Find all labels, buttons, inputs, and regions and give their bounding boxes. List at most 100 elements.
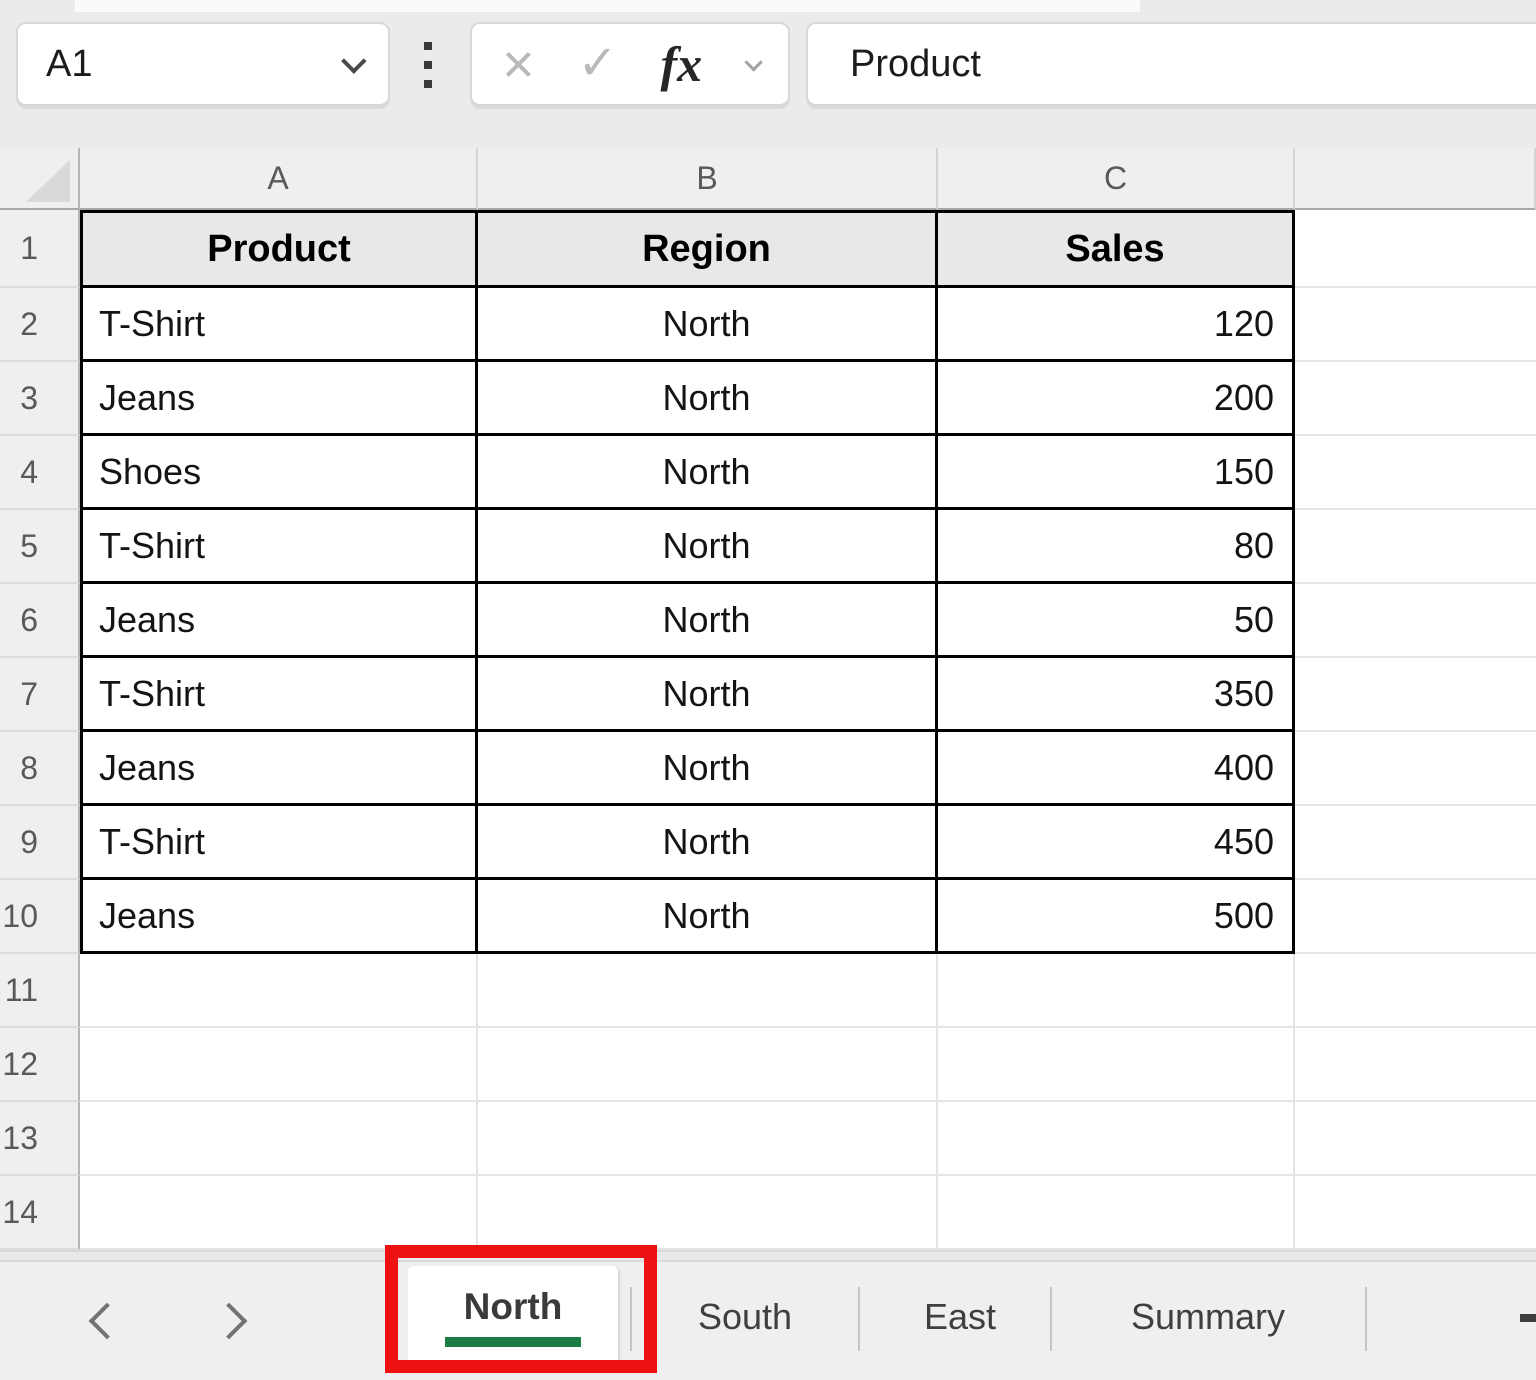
cell[interactable]	[80, 954, 478, 1028]
cell[interactable]	[1295, 510, 1536, 584]
table-row: 14	[0, 1176, 1536, 1250]
sheet-tab-north[interactable]: North	[408, 1266, 618, 1366]
cell[interactable]: T-Shirt	[80, 806, 478, 880]
row-header[interactable]: 1	[0, 210, 80, 288]
enter-icon[interactable]: ✓	[578, 40, 618, 88]
cell[interactable]: 450	[938, 806, 1295, 880]
cell[interactable]	[1295, 732, 1536, 806]
cell[interactable]	[1295, 806, 1536, 880]
row-header[interactable]: 14	[0, 1176, 80, 1250]
row-header[interactable]: 12	[0, 1028, 80, 1102]
select-all-corner[interactable]	[0, 148, 80, 210]
sheet-tab-label: North	[464, 1286, 563, 1328]
cell[interactable]	[938, 1102, 1295, 1176]
cell[interactable]: Jeans	[80, 362, 478, 436]
row-header[interactable]: 9	[0, 806, 80, 880]
formula-bar[interactable]: Product	[806, 22, 1536, 106]
cell[interactable]: North	[478, 880, 938, 954]
cell[interactable]	[478, 1028, 938, 1102]
cell[interactable]	[478, 954, 938, 1028]
column-header[interactable]: C	[938, 148, 1295, 210]
row-header[interactable]: 4	[0, 436, 80, 510]
sheet-tab-east[interactable]: East	[890, 1262, 1030, 1372]
cell[interactable]	[80, 1028, 478, 1102]
row-header[interactable]: 11	[0, 954, 80, 1028]
row-header[interactable]: 2	[0, 288, 80, 362]
row-header[interactable]: 7	[0, 658, 80, 732]
row-header[interactable]: 10	[0, 880, 80, 954]
chevron-down-icon[interactable]	[744, 53, 762, 71]
table-row: 11	[0, 954, 1536, 1028]
cell[interactable]	[1295, 584, 1536, 658]
formula-toolbar: A1 × ✓ fx Product	[0, 0, 1536, 148]
formula-controls: × ✓ fx	[470, 22, 790, 106]
cell[interactable]: 200	[938, 362, 1295, 436]
cell[interactable]	[478, 1176, 938, 1250]
cell[interactable]: Region	[478, 210, 938, 288]
cell[interactable]	[938, 1176, 1295, 1250]
cell[interactable]	[1295, 1102, 1536, 1176]
cell[interactable]	[1295, 658, 1536, 732]
cell[interactable]	[80, 1102, 478, 1176]
cell[interactable]	[478, 1102, 938, 1176]
cell[interactable]: North	[478, 806, 938, 880]
add-sheet-icon[interactable]	[1520, 1314, 1536, 1322]
tab-divider	[858, 1287, 860, 1351]
cell[interactable]: North	[478, 658, 938, 732]
cell[interactable]	[938, 954, 1295, 1028]
cell[interactable]	[1295, 362, 1536, 436]
cell[interactable]: Product	[80, 210, 478, 288]
cancel-icon[interactable]: ×	[502, 36, 535, 92]
column-header[interactable]	[1295, 148, 1536, 210]
cell[interactable]	[80, 1176, 478, 1250]
cell[interactable]: 350	[938, 658, 1295, 732]
name-box[interactable]: A1	[16, 22, 390, 106]
cell[interactable]	[938, 1028, 1295, 1102]
cell[interactable]: 150	[938, 436, 1295, 510]
chevron-down-icon[interactable]	[341, 48, 366, 73]
cell[interactable]	[1295, 1176, 1536, 1250]
insert-function-icon[interactable]: fx	[661, 39, 703, 89]
cell[interactable]: T-Shirt	[80, 288, 478, 362]
column-header[interactable]: A	[80, 148, 478, 210]
cell[interactable]: 80	[938, 510, 1295, 584]
cell[interactable]: 400	[938, 732, 1295, 806]
row-header[interactable]: 13	[0, 1102, 80, 1176]
cell[interactable]: 500	[938, 880, 1295, 954]
cell[interactable]	[1295, 1028, 1536, 1102]
cell[interactable]	[1295, 288, 1536, 362]
cell[interactable]: Jeans	[80, 880, 478, 954]
sheet-tab-south[interactable]: South	[660, 1262, 830, 1372]
row-header[interactable]: 3	[0, 362, 80, 436]
cell[interactable]: T-Shirt	[80, 658, 478, 732]
cell[interactable]: 50	[938, 584, 1295, 658]
cell[interactable]	[1295, 436, 1536, 510]
cell[interactable]	[1295, 880, 1536, 954]
row-header[interactable]: 5	[0, 510, 80, 584]
horizontal-scrollbar[interactable]	[0, 1250, 1536, 1262]
column-header[interactable]: B	[478, 148, 938, 210]
cell[interactable]	[1295, 210, 1536, 288]
cell[interactable]	[1295, 954, 1536, 1028]
row-header[interactable]: 6	[0, 584, 80, 658]
cell[interactable]: North	[478, 288, 938, 362]
cell[interactable]: North	[478, 732, 938, 806]
tab-divider	[630, 1287, 632, 1351]
active-tab-underline	[445, 1337, 581, 1347]
row-header[interactable]: 8	[0, 732, 80, 806]
cell[interactable]: Jeans	[80, 584, 478, 658]
cell[interactable]: North	[478, 510, 938, 584]
cell[interactable]: 120	[938, 288, 1295, 362]
cell[interactable]: T-Shirt	[80, 510, 478, 584]
cell[interactable]: Sales	[938, 210, 1295, 288]
sheet-tab-summary[interactable]: Summary	[1088, 1262, 1328, 1372]
table-row: 8JeansNorth400	[0, 732, 1536, 806]
table-row: 10JeansNorth500	[0, 880, 1536, 954]
cell[interactable]: Jeans	[80, 732, 478, 806]
cell[interactable]: North	[478, 436, 938, 510]
cell[interactable]: Shoes	[80, 436, 478, 510]
cell[interactable]: North	[478, 362, 938, 436]
table-row: 9T-ShirtNorth450	[0, 806, 1536, 880]
cell[interactable]: North	[478, 584, 938, 658]
tab-divider	[1050, 1287, 1052, 1351]
